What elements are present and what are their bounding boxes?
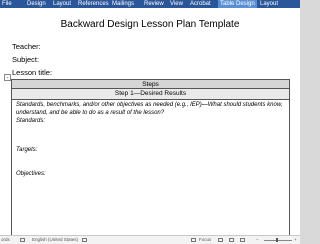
steps-header-row: Steps (11, 79, 290, 89)
read-mode-icon[interactable] (218, 238, 223, 242)
table-move-handle-icon[interactable]: + (4, 74, 11, 81)
tab-file[interactable]: File (2, 0, 12, 8)
tab-table-design[interactable]: Table Design (218, 0, 257, 8)
desired-results-body-cell[interactable]: Standards, benchmarks, and/or other obje… (11, 100, 290, 235)
tab-table-layout[interactable]: Layout (260, 0, 278, 8)
tab-acrobat[interactable]: Acrobat (190, 0, 211, 8)
tab-review[interactable]: Review (144, 0, 164, 8)
accessibility-icon[interactable] (82, 238, 87, 242)
steps-header-cell[interactable]: Steps (12, 80, 289, 89)
prompt-line-1: Standards, benchmarks, and/or other obje… (16, 102, 283, 108)
focus-icon[interactable] (191, 238, 196, 242)
zoom-slider-thumb[interactable] (276, 238, 278, 242)
step1-cell[interactable]: Step 1—Desired Results (12, 89, 289, 99)
subject-label: Subject: (12, 55, 40, 64)
targets-label: Targets: (16, 147, 38, 153)
tab-layout[interactable]: Layout (53, 0, 71, 8)
proofing-icon[interactable] (20, 238, 25, 242)
tab-view[interactable]: View (170, 0, 183, 8)
teacher-label: Teacher: (12, 42, 41, 51)
web-layout-icon[interactable] (240, 238, 245, 242)
ribbon-tab-bar: File Design Layout References Mailings R… (0, 0, 300, 8)
standards-label: Standards: (16, 118, 46, 124)
tab-mailings[interactable]: Mailings (112, 0, 134, 8)
prompt-line-2: understand, and be able to do as a resul… (16, 110, 165, 116)
tab-design[interactable]: Design (27, 0, 46, 8)
step1-row: Step 1—Desired Results (11, 89, 290, 100)
objectives-label: Objectives: (16, 171, 46, 177)
lesson-title-label: Lesson title: (12, 68, 53, 77)
tab-references[interactable]: References (78, 0, 109, 8)
document-title: Backward Design Lesson Plan Template (60, 19, 240, 30)
zoom-slider[interactable] (264, 240, 292, 241)
print-layout-icon[interactable] (229, 238, 234, 242)
